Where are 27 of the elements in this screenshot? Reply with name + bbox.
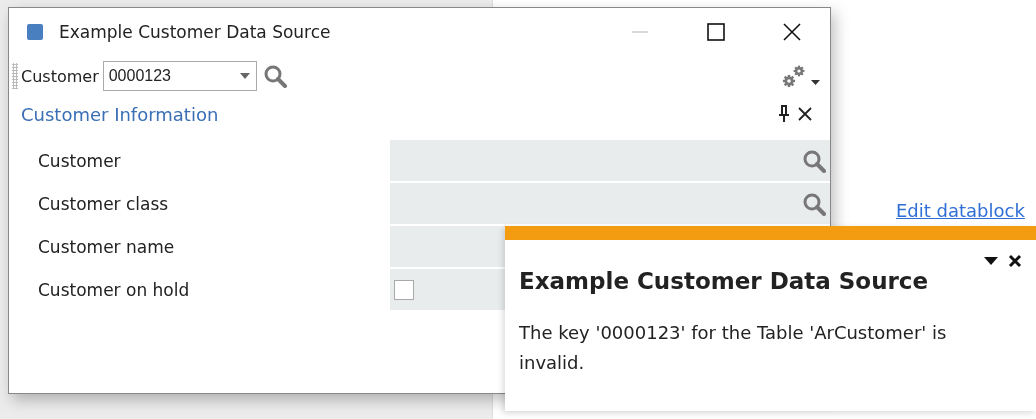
caret-icon[interactable] [984, 257, 998, 265]
app-icon [27, 24, 43, 40]
customer-combo-box[interactable]: 0000123 [102, 61, 257, 91]
maximize-icon[interactable] [707, 23, 725, 41]
notification-message: The key '0000123' for the Table 'ArCustomer' is invalid. [519, 321, 948, 375]
search-icon[interactable] [802, 191, 826, 216]
close-icon[interactable] [1008, 254, 1022, 268]
gear-icon[interactable] [781, 63, 807, 89]
field-label: Customer class [37, 193, 170, 214]
caret-icon[interactable] [811, 80, 820, 85]
customer-label: Customer [21, 66, 99, 86]
section-title: Customer Information [21, 103, 220, 125]
lookup-field[interactable] [390, 140, 830, 181]
notification-title: Example Customer Data Source [519, 268, 930, 294]
search-icon[interactable] [802, 148, 826, 173]
edit-datablock-link[interactable]: Edit datablock [896, 200, 1025, 221]
pin-icon[interactable] [778, 104, 790, 124]
close-icon[interactable] [798, 107, 812, 121]
close-icon[interactable] [782, 22, 802, 42]
field-label: Customer [37, 150, 122, 171]
search-icon[interactable] [262, 64, 287, 88]
field-label: Customer on hold [37, 279, 191, 300]
checkbox[interactable] [394, 279, 414, 300]
lookup-field[interactable] [390, 183, 830, 224]
toolbar-grip[interactable] [12, 63, 18, 89]
field-label: Customer name [37, 236, 176, 257]
window-title: Example Customer Data Source [59, 22, 332, 42]
